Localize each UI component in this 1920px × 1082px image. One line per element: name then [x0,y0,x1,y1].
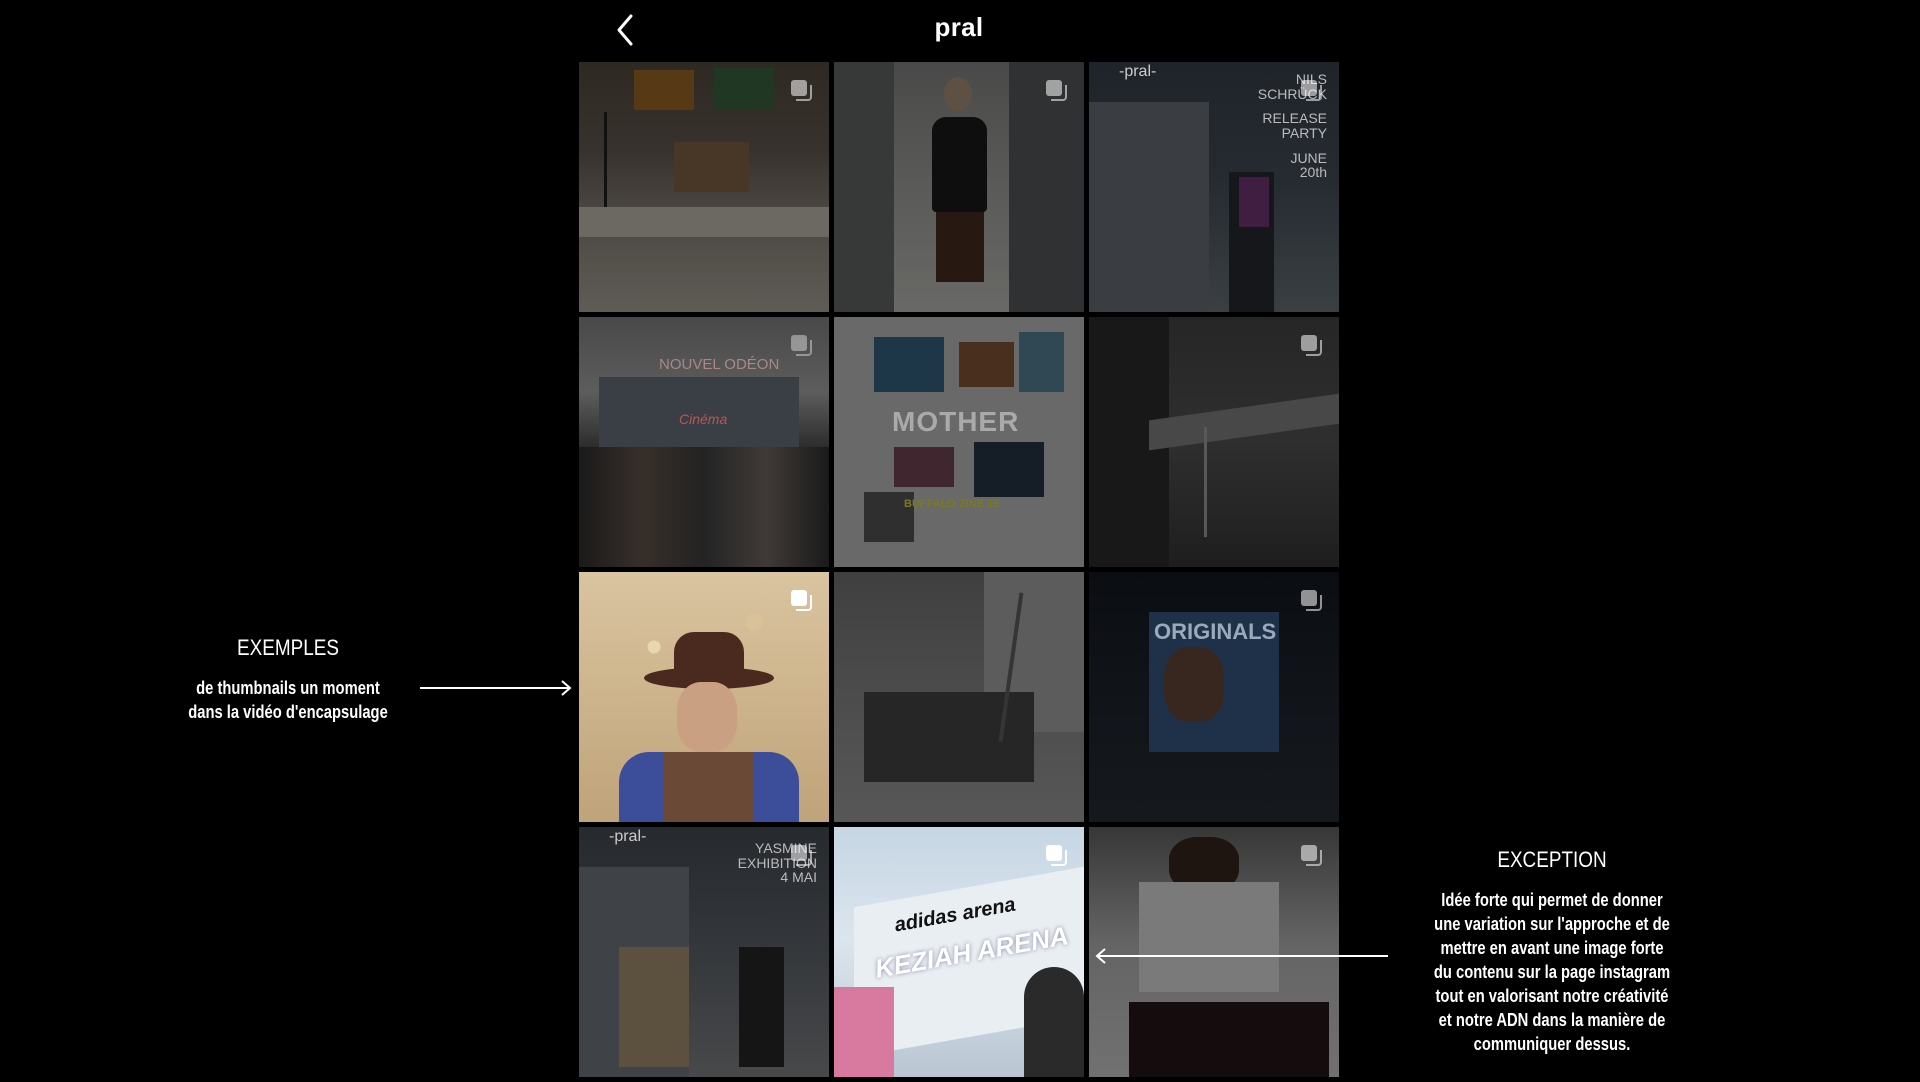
multiple-posts-icon [1299,333,1323,357]
multiple-posts-icon [789,843,813,867]
grid-post-release-party[interactable]: -pral- NILS SCHRÜCK RELEASE PARTY JUNE 20th [1089,62,1339,312]
cinema-neon: Cinéma [679,411,728,427]
grid-post-outfit[interactable] [834,62,1084,312]
arrow-right-icon [420,680,572,696]
multiple-posts-icon [1299,78,1323,102]
grid-post-keziah-arena[interactable]: adidas arena KEZIAH ARENA [834,827,1084,1077]
billboard-text: ORIGINALS [1154,619,1277,644]
multiple-posts-icon [1044,843,1068,867]
grid-post-mother-zine[interactable]: MOTHER BUFFALO ZINE 19 [834,317,1084,567]
annotation-left-line: de thumbnails un moment [196,678,380,698]
multiple-posts-icon [1299,588,1323,612]
grid-post-ceramics[interactable] [834,572,1084,822]
arrow-left-icon [1095,948,1388,964]
grid-post-cowboy[interactable] [579,572,829,822]
multiple-posts-icon [1044,78,1068,102]
annotation-right-title: EXCEPTION [1497,847,1607,872]
annotation-left-line: dans la vidéo d'encapsulage [188,702,388,722]
grid-post-studio[interactable] [579,62,829,312]
grid-post-exhibition[interactable]: -pral- YASMINE EXHIBITION 4 MAI [579,827,829,1077]
annotation-left-text: de thumbnails un moment dans la vidéo d'… [181,676,394,724]
annotation-right-text: Idée forte qui permet de donner une vari… [1433,890,1671,1054]
poster-logo: -pral- [1119,63,1157,80]
multiple-posts-icon [789,588,813,612]
multiple-posts-icon [789,333,813,357]
profile-title: pral [934,12,984,42]
multiple-posts-icon [1299,843,1323,867]
zine-headline: MOTHER [892,406,1020,437]
grid-post-originals-billboard[interactable]: ORIGINALS [1089,572,1339,822]
multiple-posts-icon [789,78,813,102]
annotation-left-title: EXEMPLES [236,635,339,660]
grid-post-tent[interactable] [1089,317,1339,567]
poster-logo: -pral- [609,828,647,845]
profile-header: pral [579,0,1339,60]
grid-post-cinema-crowd[interactable]: NOUVEL ODÉON Cinéma [579,317,829,567]
post-grid: -pral- NILS SCHRÜCK RELEASE PARTY JUNE 20th… [579,62,1339,1082]
cinema-sign: NOUVEL ODÉON [659,356,780,373]
zine-subtitle: BUFFALO ZINE 19 [904,498,1000,510]
